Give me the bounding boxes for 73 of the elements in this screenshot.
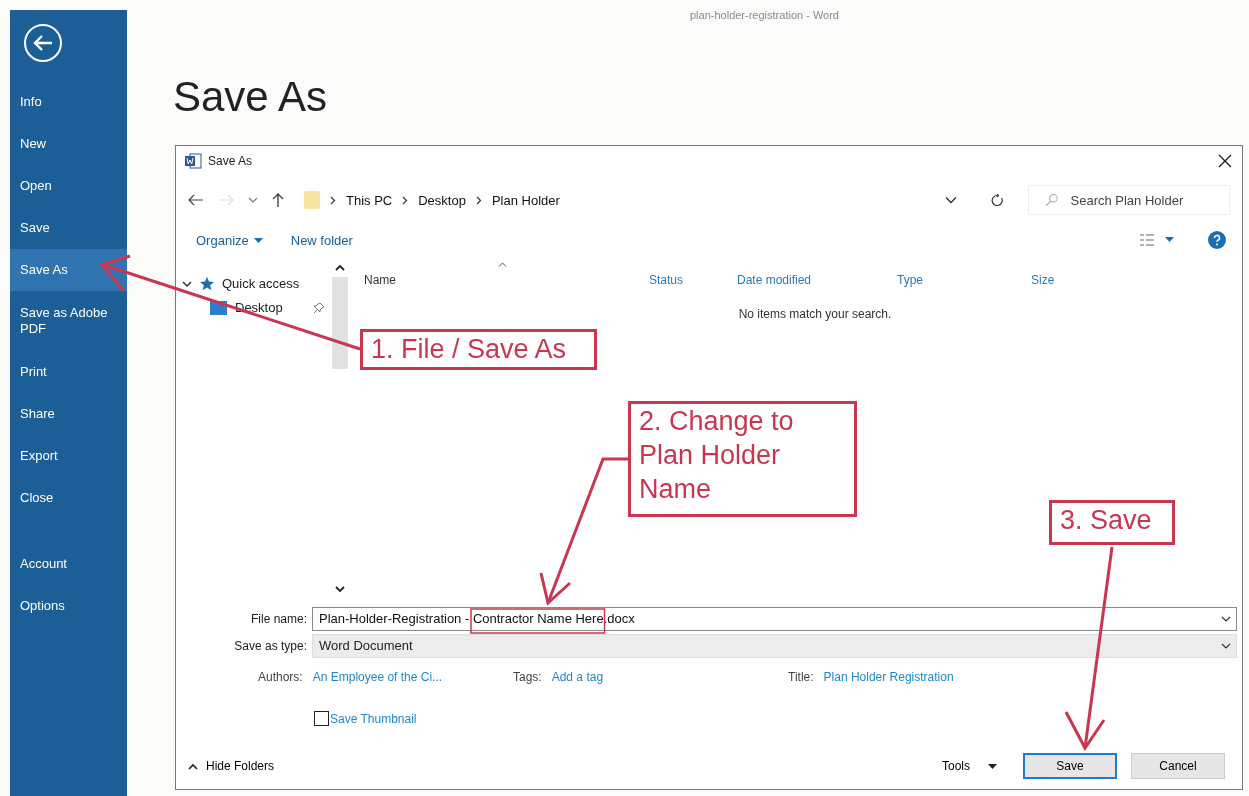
- chevron-up-icon[interactable]: [188, 762, 198, 770]
- checkbox[interactable]: [314, 711, 329, 726]
- back-icon[interactable]: [23, 23, 63, 63]
- column-header[interactable]: Size: [1031, 273, 1055, 287]
- chevron-right-icon: [330, 195, 336, 205]
- folder-icon: [304, 191, 320, 209]
- chevron-down-icon[interactable]: [945, 196, 957, 204]
- help-icon[interactable]: [1208, 231, 1226, 249]
- up-arrow-icon[interactable]: [272, 192, 284, 208]
- nav-item[interactable]: Close: [10, 477, 127, 519]
- dialog-title: Save As: [208, 154, 253, 168]
- breadcrumb-item[interactable]: Plan Holder: [491, 192, 560, 208]
- scroll-up-icon[interactable]: [334, 264, 345, 271]
- nav-item[interactable]: Save: [10, 207, 127, 249]
- breadcrumb-item[interactable]: This PC: [346, 192, 393, 208]
- empty-message: No items match your search.: [738, 307, 892, 321]
- property-value-link[interactable]: Plan Holder Registration: [823, 670, 954, 684]
- chevron-down-icon[interactable]: [182, 278, 192, 289]
- property-label: Title:: [788, 670, 814, 684]
- nav-item[interactable]: Share: [10, 393, 127, 435]
- checkbox-label[interactable]: Save Thumbnail: [330, 711, 417, 726]
- window-title: plan-holder-registration - Word: [690, 9, 839, 21]
- property-label: Tags:: [513, 670, 542, 684]
- chevron-right-icon: [402, 195, 409, 205]
- save-button[interactable]: Save: [1023, 753, 1117, 779]
- address-bar[interactable]: This PC Desktop Plan Holder: [298, 186, 1014, 214]
- chevron-down-icon[interactable]: [1221, 615, 1231, 622]
- property-value-link[interactable]: An Employee of the Ci...: [312, 670, 443, 684]
- column-header[interactable]: Name: [364, 273, 396, 287]
- star-icon: [200, 276, 214, 291]
- scrollbar-thumb[interactable]: [331, 277, 348, 369]
- tools-menu-button[interactable]: Tools: [936, 758, 1003, 774]
- back-arrow-icon[interactable]: [188, 194, 204, 206]
- callout-label: 1. File / Save As: [360, 329, 597, 370]
- organize-menu-button[interactable]: Organize: [194, 230, 265, 250]
- nav-item[interactable]: Info: [10, 81, 127, 123]
- search-field[interactable]: Search Plan Holder: [1068, 191, 1221, 209]
- chevron-down-icon[interactable]: [1221, 642, 1231, 649]
- property-label: Authors:: [258, 670, 303, 684]
- property-value-link[interactable]: Add a tag: [551, 670, 604, 684]
- search-icon: [1045, 192, 1059, 208]
- nav-item[interactable]: New: [10, 123, 127, 165]
- breadcrumb-item[interactable]: Desktop: [418, 192, 466, 208]
- file-type-dropdown[interactable]: Word Document: [312, 633, 1237, 658]
- cancel-button[interactable]: Cancel: [1131, 753, 1225, 779]
- nav-item[interactable]: Save As: [10, 249, 127, 291]
- close-icon[interactable]: [1218, 154, 1232, 168]
- callout-label: 3. Save: [1049, 500, 1175, 545]
- nav-item[interactable]: Open: [10, 165, 127, 207]
- caret-icon[interactable]: [988, 763, 997, 769]
- nav-item[interactable]: Account: [10, 543, 127, 585]
- callout-label: 2. Change to Plan Holder Name: [628, 401, 857, 517]
- field-label: Save as type:: [233, 638, 308, 653]
- view-options-icon[interactable]: [1140, 234, 1174, 246]
- nav-item[interactable]: Export: [10, 435, 127, 477]
- chevron-right-icon: [475, 195, 482, 205]
- refresh-icon[interactable]: [991, 193, 1004, 207]
- new-folder-button[interactable]: New folder: [288, 230, 355, 250]
- page-heading: Save As: [173, 74, 328, 120]
- word-icon: [185, 153, 202, 169]
- tree-label: Quick access: [222, 276, 300, 291]
- column-header[interactable]: Date modified: [737, 273, 812, 287]
- column-header[interactable]: Status: [649, 273, 684, 287]
- hide-folders-button[interactable]: Hide Folders: [188, 759, 275, 773]
- field-label: File name:: [249, 611, 308, 626]
- nav-item[interactable]: Print: [10, 351, 127, 393]
- nav-item[interactable]: Options: [10, 585, 127, 627]
- scroll-down-icon[interactable]: [334, 586, 345, 593]
- column-header[interactable]: Type: [897, 273, 923, 287]
- sort-caret-icon: [498, 262, 507, 267]
- nav-item[interactable]: Save as Adobe PDF: [10, 291, 127, 351]
- search-box[interactable]: Search Plan Holder: [1028, 185, 1230, 215]
- tree-item[interactable]: Quick access: [182, 276, 331, 291]
